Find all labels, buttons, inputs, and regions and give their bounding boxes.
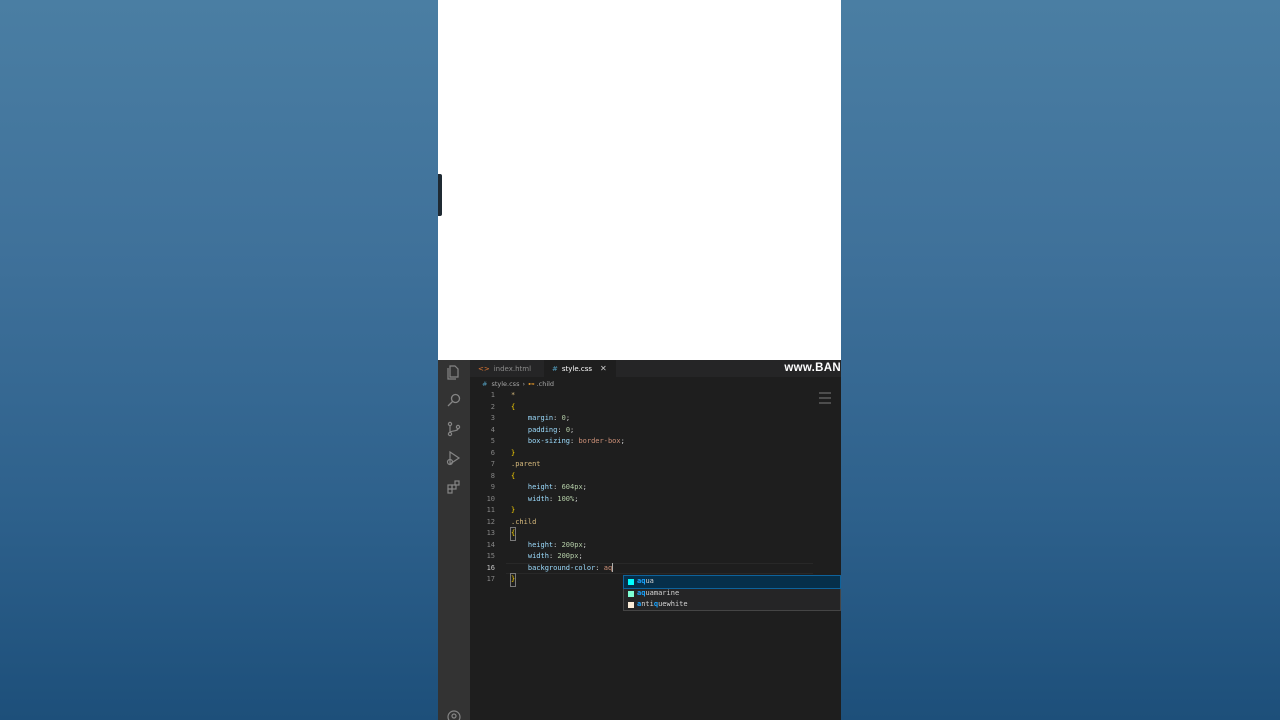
code-line: 1 * <box>490 391 516 399</box>
code-text: padding: 0; <box>527 425 575 434</box>
preview-scroll-handle[interactable] <box>438 174 442 216</box>
tab-label: style.css <box>561 364 593 373</box>
code-line: 4 padding: 0; <box>470 425 841 437</box>
code-line: 5 box-sizing: border-box; <box>470 436 841 448</box>
phone-frame: <> index.html # style.css ✕ www.BAN # st… <box>438 0 841 720</box>
browser-preview <box>438 0 841 360</box>
activity-bar <box>438 360 470 720</box>
tab-index-html[interactable]: <> index.html <box>470 360 542 377</box>
breadcrumb: # style.css › ⊷ .child <box>482 379 554 389</box>
code-text: height: 200px; <box>527 540 587 549</box>
code-line: 7 .parent <box>490 460 541 468</box>
code-line: 13{ <box>470 527 841 541</box>
code-line: 10 width: 100%; <box>470 494 841 506</box>
text-cursor <box>612 563 614 572</box>
run-debug-icon[interactable] <box>446 450 462 466</box>
video-frame: { "watermark": "www.BAN", "tabs": [ {"la… <box>0 0 1280 720</box>
code-line: 9 height: 604px; <box>470 482 841 494</box>
code-text: width: 200px; <box>527 552 583 560</box>
css-file-icon: # <box>552 364 558 373</box>
color-swatch-icon <box>628 590 634 597</box>
tab-style-css[interactable]: # style.css ✕ <box>544 360 616 377</box>
watermark: www.BAN <box>784 362 841 374</box>
code-line: 14 height: 200px; <box>470 540 841 552</box>
suggestion-item[interactable]: aquamarine <box>624 588 840 600</box>
css-file-icon: # <box>482 380 488 388</box>
source-control-icon[interactable] <box>446 421 462 437</box>
color-swatch-icon <box>628 602 634 608</box>
tab-label: index.html <box>493 364 532 373</box>
code-text: margin: 0; <box>527 414 571 422</box>
code-line: 11} <box>486 506 516 514</box>
search-icon[interactable] <box>446 392 462 408</box>
code-line: 8{ <box>490 471 516 480</box>
code-line: 12 .child <box>486 517 537 526</box>
breadcrumb-symbol[interactable]: .child <box>537 380 555 388</box>
code-line-current: 16 background-color: aq <box>470 562 841 574</box>
code-text: height: 604px; <box>527 483 587 491</box>
code-text: background-color: aq <box>527 563 614 572</box>
suggestion-item[interactable]: aqua <box>623 575 841 589</box>
color-swatch-icon <box>628 579 634 585</box>
code-line: 6} <box>490 448 516 457</box>
explorer-icon[interactable] <box>446 364 462 380</box>
account-icon[interactable] <box>446 709 462 720</box>
code-area[interactable]: 1 * 2{ 3 margin: 0; 4 padding: 0; 5 box-s… <box>470 390 841 587</box>
html-file-icon: <> <box>478 364 490 373</box>
code-line: 15 width: 200px; <box>470 551 841 563</box>
code-text: width: 100%; <box>527 494 579 503</box>
code-line: 3 margin: 0; <box>470 413 841 425</box>
code-editor: <> index.html # style.css ✕ www.BAN # st… <box>438 360 841 720</box>
chevron-right-icon: › <box>522 380 526 388</box>
extensions-icon[interactable] <box>446 479 462 495</box>
breadcrumb-file[interactable]: style.css <box>491 380 519 388</box>
suggestion-widget: aqua aquamarine antiquewhite <box>623 575 841 611</box>
code-line: 2{ <box>490 402 516 411</box>
code-text: box-sizing: border-box; <box>527 437 625 445</box>
suggestion-item[interactable]: antiquewhite <box>624 599 840 611</box>
tab-bar: <> index.html # style.css ✕ www.BAN <box>470 360 841 377</box>
close-icon[interactable]: ✕ <box>600 364 607 373</box>
symbol-class-icon: ⊷ <box>528 380 535 388</box>
